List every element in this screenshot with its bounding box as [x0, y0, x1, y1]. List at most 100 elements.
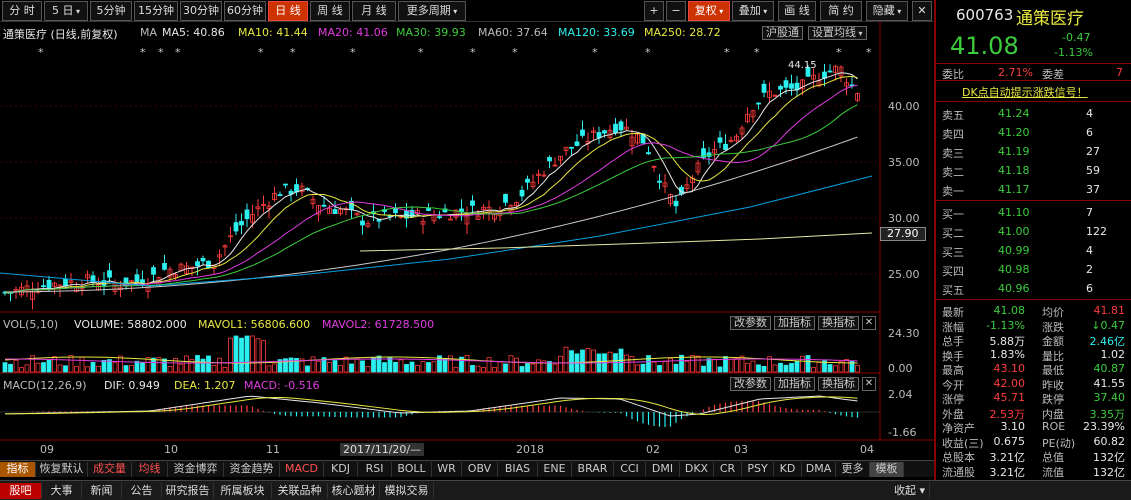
- stat-11-v2: 132亿: [1093, 465, 1125, 479]
- vol-close-icon[interactable]: ✕: [862, 316, 876, 330]
- indicator-tab-22[interactable]: 更多: [836, 462, 870, 477]
- orderbook-buy-3-vol: 2: [1086, 263, 1093, 276]
- volume-bar: [101, 359, 107, 373]
- orderbook-sell-3-vol: 59: [1086, 164, 1100, 177]
- volume-bar: [591, 349, 596, 373]
- macd-swap-indicator-button[interactable]: 换指标: [818, 377, 859, 391]
- indicator-tab-15[interactable]: CCI: [614, 462, 646, 477]
- x-label-11: 11: [266, 443, 280, 456]
- indicator-tab-9[interactable]: BOLL: [392, 462, 432, 477]
- bottom-tab-3[interactable]: 公告: [122, 483, 162, 499]
- signal-star: *: [158, 46, 164, 59]
- macd-add-indicator-button[interactable]: 加指标: [774, 377, 815, 391]
- indicator-tab-18[interactable]: CR: [714, 462, 742, 477]
- divider: [936, 200, 1131, 201]
- orderbook-sell-3-label: 卖二: [942, 166, 964, 179]
- signal-star: *: [258, 46, 264, 59]
- volume-bar: [162, 358, 167, 373]
- indicator-tab-2[interactable]: 成交量: [88, 462, 132, 477]
- indicator-tab-3[interactable]: 均线: [132, 462, 168, 477]
- indicator-tab-7[interactable]: KDJ: [324, 462, 358, 477]
- signal-star: *: [175, 46, 181, 59]
- volume-bar: [464, 354, 470, 373]
- bottom-tab-8[interactable]: 模拟交易: [380, 483, 434, 499]
- indicator-tab-5[interactable]: 资金趋势: [224, 462, 280, 477]
- indicator-tab-0[interactable]: 指标: [0, 462, 36, 477]
- candle-body: [195, 261, 200, 267]
- indicator-tab-4[interactable]: 资金博弈: [168, 462, 224, 477]
- orderbook-buy-2-vol: 4: [1086, 244, 1093, 257]
- price-tick-35: 35.00: [888, 156, 920, 169]
- indicator-tab-19[interactable]: PSY: [742, 462, 774, 477]
- indicator-tab-21[interactable]: DMA: [802, 462, 836, 477]
- dif-line: [4, 395, 858, 417]
- mavol2-value: MAVOL2: 61728.500: [322, 318, 435, 331]
- indicator-tab-6[interactable]: MACD: [280, 462, 324, 477]
- vol-change-param-button[interactable]: 改参数: [730, 316, 771, 330]
- indicator-tab-14[interactable]: BRAR: [572, 462, 614, 477]
- volume-bar: [563, 346, 569, 373]
- volume-bar: [717, 366, 723, 373]
- candle-body: [778, 85, 783, 90]
- bottom-tab-5[interactable]: 所属板块: [214, 483, 272, 499]
- indicator-tab-17[interactable]: DKX: [680, 462, 714, 477]
- indicator-tab-11[interactable]: OBV: [462, 462, 498, 477]
- volume-bar: [123, 365, 129, 373]
- volume-bar: [272, 363, 277, 373]
- ma30-line: [4, 104, 858, 294]
- volume-bar: [63, 365, 68, 373]
- volume-bar: [332, 360, 338, 373]
- stat-0-v2: 41.81: [1093, 304, 1126, 317]
- candle-body: [618, 121, 624, 131]
- indicator-tab-10[interactable]: WR: [432, 462, 462, 477]
- bottom-tab-1[interactable]: 大事: [42, 483, 82, 499]
- bottom-tab-4[interactable]: 研究报告: [162, 483, 214, 499]
- volume-bar: [327, 362, 332, 373]
- bottom-tab-6[interactable]: 关联品种: [272, 483, 328, 499]
- vol-swap-indicator-button[interactable]: 换指标: [818, 316, 859, 330]
- candle-body: [574, 141, 580, 146]
- stat-3-v2: 1.02: [1100, 347, 1126, 361]
- stock-name: 通策医疗: [1016, 9, 1084, 29]
- candle-body: [503, 194, 508, 203]
- volume-bar: [222, 366, 228, 373]
- dk-signal-link[interactable]: DK点自动提示涨跌信号！: [962, 84, 1088, 100]
- macd-name: MACD(12,26,9): [3, 379, 87, 392]
- indicator-tab-20[interactable]: KD: [774, 462, 802, 477]
- volume-bar: [624, 354, 629, 373]
- orderbook-buy-0-price: 41.10: [998, 206, 1030, 219]
- stat-11-l1: 流通股: [942, 465, 975, 479]
- indicator-tab-12[interactable]: BIAS: [498, 462, 538, 477]
- stat-4-v2: 40.87: [1093, 362, 1126, 375]
- bottom-tab-2[interactable]: 新闻: [82, 483, 122, 499]
- signal-star: *: [140, 46, 146, 59]
- volume-bar: [470, 365, 475, 373]
- indicator-tab-1[interactable]: 恢复默认: [36, 462, 88, 477]
- volume-bar: [673, 363, 679, 373]
- ma120-line: [0, 175, 873, 287]
- volume-bar: [195, 355, 200, 373]
- volume-bar: [585, 347, 591, 373]
- collapse-button[interactable]: 收起 ▾: [890, 483, 930, 499]
- orderbook-buy-3-label: 买四: [942, 265, 964, 278]
- signal-star: *: [645, 46, 651, 59]
- vol-add-indicator-button[interactable]: 加指标: [774, 316, 815, 330]
- x-crosshair-date: 2017/11/20/—: [340, 443, 425, 456]
- bottom-tab-0[interactable]: 股吧: [0, 483, 42, 499]
- candle-body: [200, 257, 206, 262]
- volume-bar: [844, 359, 849, 373]
- volume-bar: [52, 356, 57, 373]
- indicator-tab-13[interactable]: ENE: [538, 462, 572, 477]
- indicator-tab-23[interactable]: 模板: [870, 462, 904, 477]
- macd-change-param-button[interactable]: 改参数: [730, 377, 771, 391]
- stat-8-l2: ROE: [1042, 420, 1066, 433]
- stat-4-v1: 43.10: [993, 362, 1026, 375]
- indicator-tab-8[interactable]: RSI: [358, 462, 392, 477]
- volume-bar: [288, 357, 294, 373]
- indicator-tab-16[interactable]: DMI: [646, 462, 680, 477]
- volume-bar: [833, 365, 838, 373]
- volume-bar: [519, 366, 525, 373]
- bottom-tab-7[interactable]: 核心题材: [328, 483, 380, 499]
- stock-terminal: 分 时 5 日 5分钟 15分钟 30分钟 60分钟 日 线 周 线 月 线 更…: [0, 0, 1131, 500]
- macd-close-icon[interactable]: ✕: [862, 377, 876, 391]
